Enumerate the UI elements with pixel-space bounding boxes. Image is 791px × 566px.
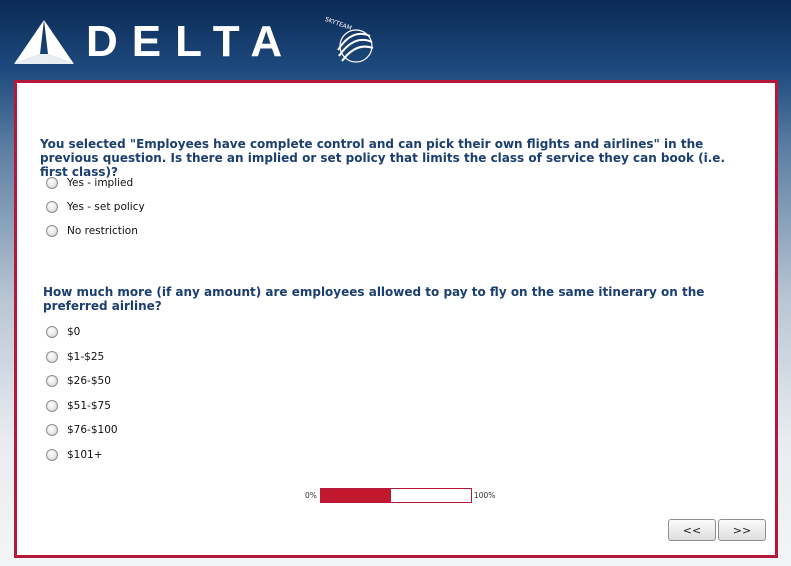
radio-button[interactable] — [46, 449, 58, 461]
option-26-50[interactable]: $26-$50 — [46, 373, 111, 389]
option-label: $101+ — [67, 449, 103, 461]
radio-button[interactable] — [46, 400, 58, 412]
skyteam-logo-icon: SKYTEAM — [324, 16, 374, 63]
radio-button[interactable] — [46, 375, 58, 387]
radio-button[interactable] — [46, 351, 58, 363]
option-0[interactable]: $0 — [46, 324, 80, 340]
progress-bar — [319, 487, 472, 503]
next-button[interactable]: >> — [718, 519, 766, 541]
option-label: $51-$75 — [67, 400, 111, 412]
progress-end-label: 100% — [473, 490, 496, 500]
option-1-25[interactable]: $1-$25 — [46, 349, 104, 365]
option-76-100[interactable]: $76-$100 — [46, 422, 118, 438]
previous-button[interactable]: << — [668, 519, 716, 541]
radio-button[interactable] — [46, 177, 58, 189]
radio-button[interactable] — [46, 225, 58, 237]
option-label: $76-$100 — [67, 424, 118, 436]
question-2-text: How much more (if any amount) are employ… — [43, 285, 705, 313]
skyteam-logo-text: SKYTEAM — [324, 16, 353, 32]
option-label: $0 — [67, 326, 81, 338]
brand-wordmark: DELTA — [86, 17, 297, 66]
question-1-text: You selected "Employees have complete co… — [40, 137, 726, 179]
option-no-restriction[interactable]: No restriction — [46, 223, 138, 239]
radio-button[interactable] — [46, 326, 58, 338]
progress-start-label: 0% — [305, 490, 317, 500]
option-101-plus[interactable]: $101+ — [46, 447, 103, 463]
option-label: $26-$50 — [67, 375, 111, 387]
progress-indicator: 0% 100% — [305, 487, 495, 503]
progress-bar-fill — [320, 488, 392, 502]
radio-button[interactable] — [46, 201, 58, 213]
header: DELTA SKYTEAM — [0, 0, 791, 80]
option-51-75[interactable]: $51-$75 — [46, 398, 111, 414]
option-label: Yes - implied — [67, 177, 134, 189]
option-label: No restriction — [67, 225, 138, 237]
delta-logo-icon — [14, 20, 74, 64]
option-label: Yes - set policy — [67, 201, 145, 213]
survey-panel: You selected "Employees have complete co… — [14, 80, 778, 558]
option-yes-set-policy[interactable]: Yes - set policy — [46, 199, 145, 215]
option-label: $1-$25 — [67, 351, 105, 363]
radio-button[interactable] — [46, 424, 58, 436]
option-yes-implied[interactable]: Yes - implied — [46, 175, 133, 191]
